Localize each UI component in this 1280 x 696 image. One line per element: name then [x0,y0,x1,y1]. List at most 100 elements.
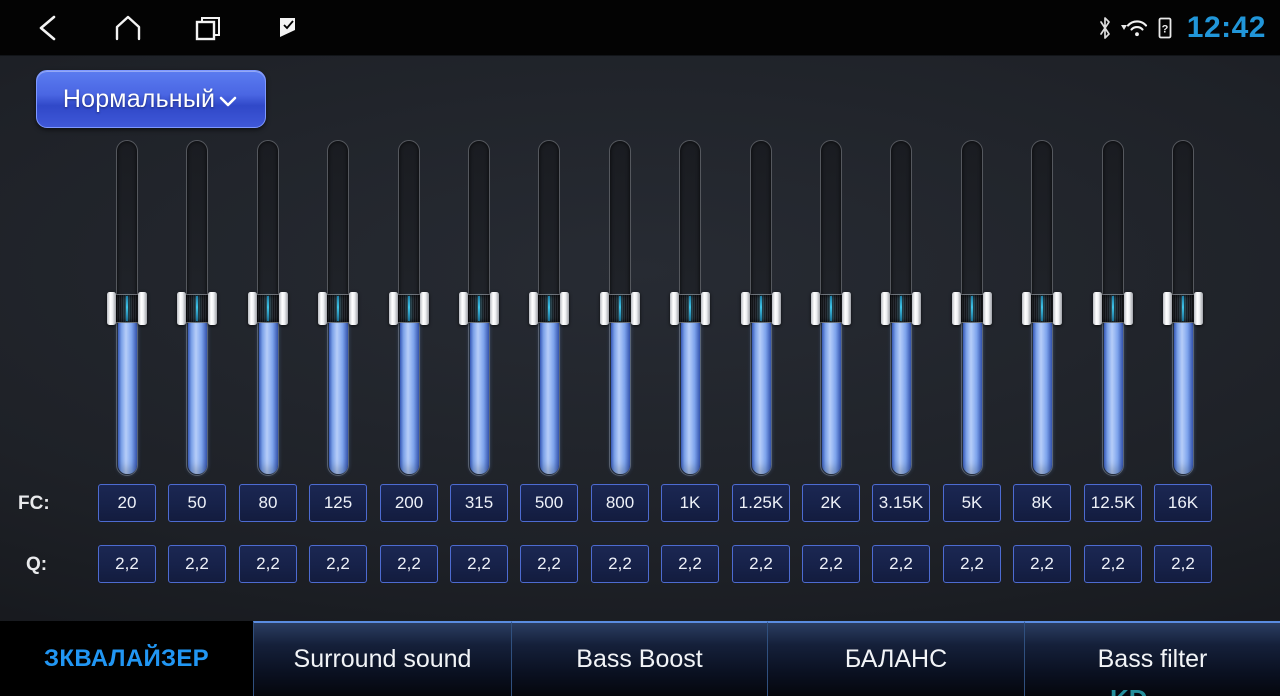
band-slider[interactable] [1093,140,1133,476]
slider-thumb[interactable] [244,292,292,325]
slider-thumb-cap-left [881,292,890,325]
fc-value-cell[interactable]: 8K [1013,484,1071,522]
slider-fill [328,308,348,474]
q-value-cell[interactable]: 2,2 [661,545,719,583]
fc-value-cell[interactable]: 1K [661,484,719,522]
slider-thumb[interactable] [1089,292,1137,325]
fc-value-cell[interactable]: 12.5K [1084,484,1142,522]
band-slider[interactable] [1022,140,1062,476]
slider-thumb[interactable] [596,292,644,325]
tab-4[interactable]: БАЛАНС [767,621,1024,696]
slider-thumb-cap-left [670,292,679,325]
slider-thumb-cap-left [600,292,609,325]
slider-thumb-cap-left [1022,292,1031,325]
slider-fill [469,308,489,474]
slider-thumb-cap-left [107,292,116,325]
q-value-cell[interactable]: 2,2 [380,545,438,583]
band-slider[interactable] [600,140,640,476]
navigation-bar [28,0,308,56]
band-slider[interactable] [529,140,569,476]
recents-icon[interactable] [188,8,228,48]
slider-thumb-cap-right [912,292,921,325]
fc-value-cell[interactable]: 50 [168,484,226,522]
wifi-icon [1120,17,1150,39]
fc-value-cell[interactable]: 2K [802,484,860,522]
slider-thumb-cap-left [1093,292,1102,325]
q-value-cell[interactable]: 2,2 [1013,545,1071,583]
slider-thumb[interactable] [666,292,714,325]
tab-3[interactable]: Bass Boost [511,621,767,696]
band-slider[interactable] [881,140,921,476]
slider-thumb[interactable] [103,292,151,325]
slider-fill [187,308,207,474]
fc-value-cell[interactable]: 16K [1154,484,1212,522]
band-slider[interactable] [248,140,288,476]
slider-thumb-cap-right [279,292,288,325]
slider-thumb-indicator [689,296,691,321]
band-slider[interactable] [1163,140,1203,476]
equalizer-panel: Нормальный FC: 20 50 80 125 200 315 500 800 1K 1.… [0,56,1280,621]
tab-2[interactable]: Surround sound [253,621,511,696]
q-value-cell[interactable]: 2,2 [520,545,578,583]
fc-value-cell[interactable]: 20 [98,484,156,522]
back-icon[interactable] [28,8,68,48]
slider-thumb-cap-right [420,292,429,325]
fc-value-cell[interactable]: 5K [943,484,1001,522]
slider-thumb-cap-left [529,292,538,325]
band-slider[interactable] [107,140,147,476]
fc-value-cell[interactable]: 80 [239,484,297,522]
home-icon[interactable] [108,8,148,48]
slider-thumb[interactable] [455,292,503,325]
slider-thumb[interactable] [807,292,855,325]
slider-thumb-cap-right [983,292,992,325]
q-value-cell[interactable]: 2,2 [1084,545,1142,583]
slider-fill [610,308,630,474]
fc-value-cell[interactable]: 500 [520,484,578,522]
q-value-cell[interactable]: 2,2 [872,545,930,583]
slider-thumb[interactable] [877,292,925,325]
fc-value-cell[interactable]: 1.25K [732,484,790,522]
slider-thumb[interactable] [948,292,996,325]
fc-value-cell[interactable]: 3.15K [872,484,930,522]
band-slider[interactable] [318,140,358,476]
q-value-cell[interactable]: 2,2 [168,545,226,583]
q-value-cell[interactable]: 2,2 [1154,545,1212,583]
slider-thumb-cap-right [631,292,640,325]
slider-thumb[interactable] [1018,292,1066,325]
sim-unknown-icon: ? [1157,16,1173,40]
slider-thumb-cap-right [560,292,569,325]
band-slider[interactable] [177,140,217,476]
q-value-cell[interactable]: 2,2 [450,545,508,583]
q-value-cell[interactable]: 2,2 [732,545,790,583]
fc-value-cell[interactable]: 200 [380,484,438,522]
tab-5[interactable]: Bass filter [1024,621,1280,696]
band-slider[interactable] [811,140,851,476]
band-slider[interactable] [389,140,429,476]
band-slider[interactable] [459,140,499,476]
slider-thumb[interactable] [314,292,362,325]
slider-fill [821,308,841,474]
q-value-cell[interactable]: 2,2 [98,545,156,583]
q-value-cell[interactable]: 2,2 [943,545,1001,583]
slider-thumb[interactable] [173,292,221,325]
slider-thumb[interactable] [1159,292,1207,325]
fc-value-cell[interactable]: 125 [309,484,367,522]
q-value-cell[interactable]: 2,2 [239,545,297,583]
flag-icon[interactable] [268,8,308,48]
band-slider[interactable] [670,140,710,476]
tab-1[interactable]: ЗКВАЛАЙЗЕР [0,621,253,696]
band-slider[interactable] [952,140,992,476]
q-value-cell[interactable]: 2,2 [309,545,367,583]
band-slider[interactable] [741,140,781,476]
slider-thumb-cap-right [772,292,781,325]
slider-thumb[interactable] [525,292,573,325]
q-value-cell[interactable]: 2,2 [591,545,649,583]
q-value-cell[interactable]: 2,2 [802,545,860,583]
slider-thumb-indicator [1041,296,1043,321]
slider-thumb-cap-left [248,292,257,325]
slider-thumb[interactable] [737,292,785,325]
fc-value-cell[interactable]: 800 [591,484,649,522]
status-bar: ? 12:42 [0,0,1280,56]
fc-value-cell[interactable]: 315 [450,484,508,522]
slider-thumb[interactable] [385,292,433,325]
